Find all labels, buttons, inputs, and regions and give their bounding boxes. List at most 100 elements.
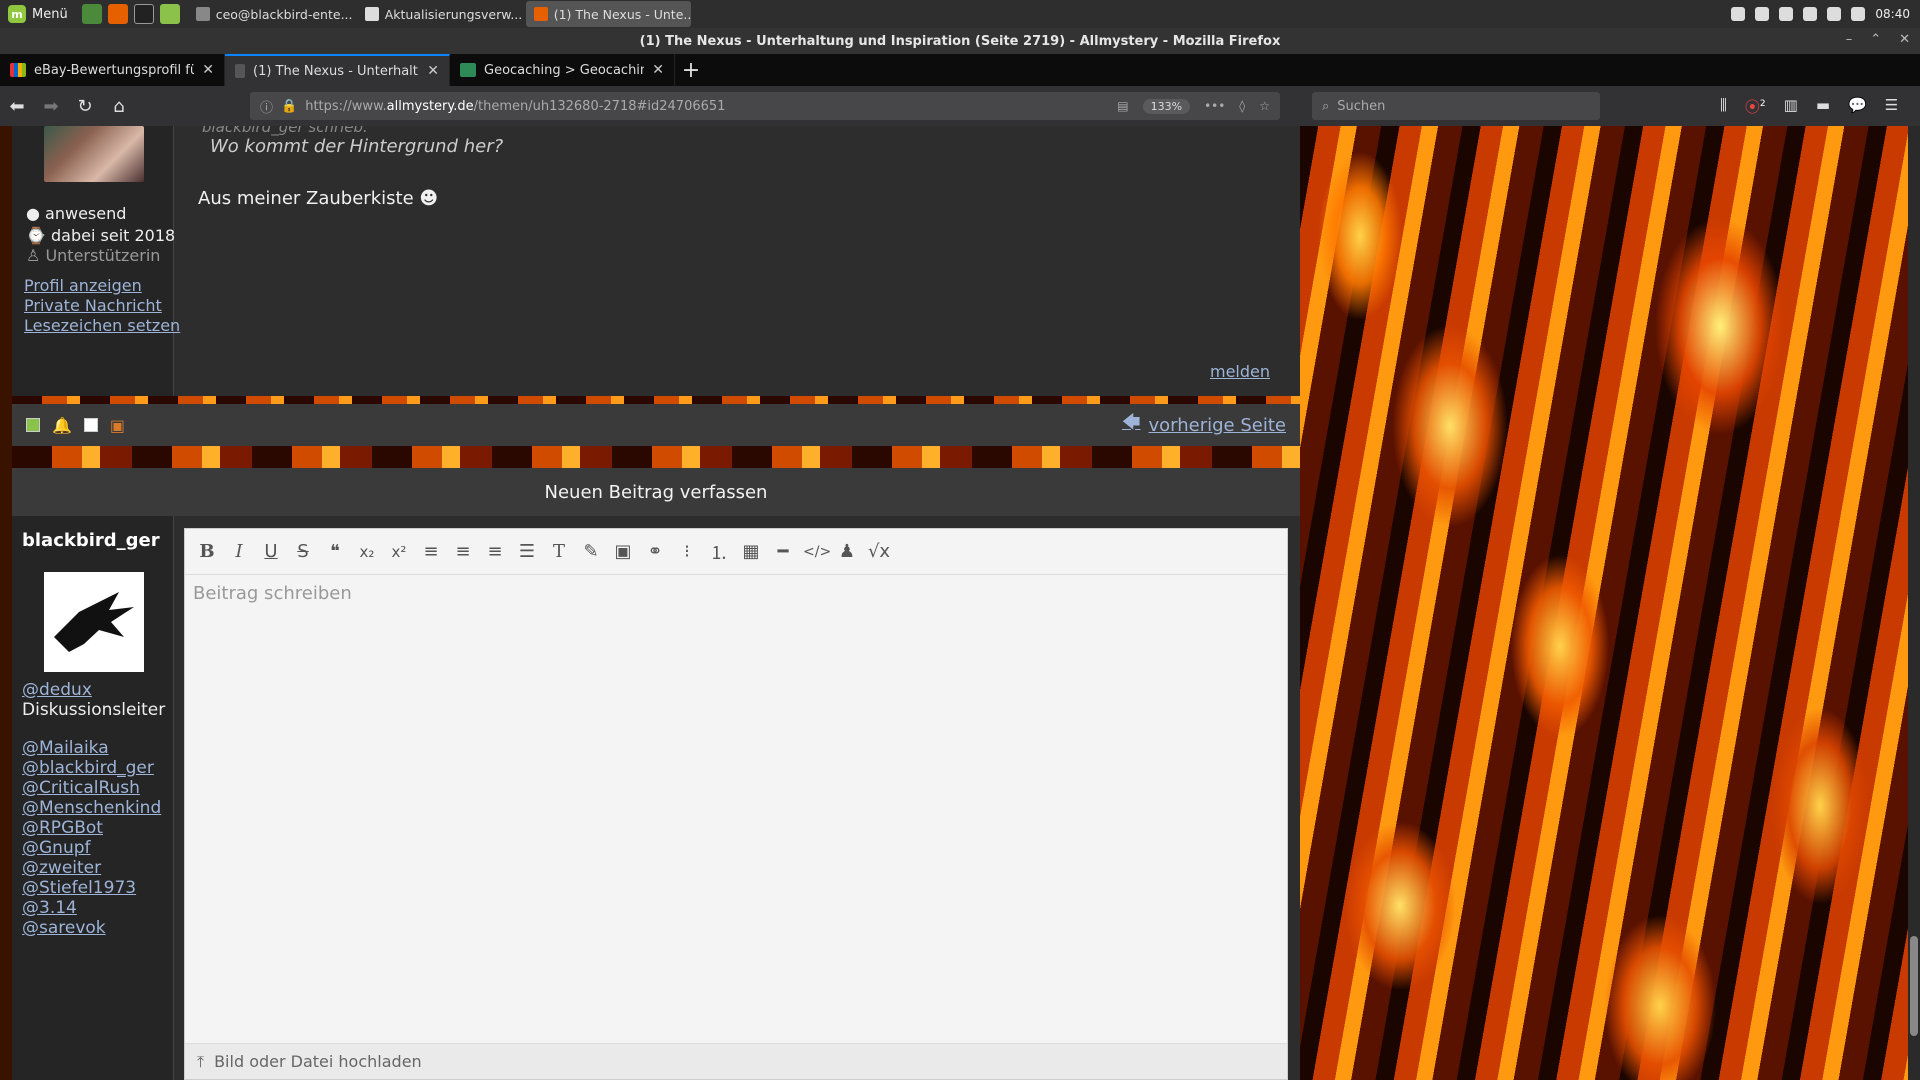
bell-icon[interactable]: 🔔	[52, 416, 72, 435]
bullet-list-icon[interactable]: ⁝	[675, 541, 699, 562]
maximize-icon[interactable]: ⌃	[1870, 32, 1881, 47]
scrollbar-thumb[interactable]	[1910, 936, 1918, 1036]
clock[interactable]: 08:40	[1875, 7, 1910, 21]
bold-icon[interactable]: B	[195, 541, 219, 562]
browser-tabbar: eBay-Bewertungsprofil für ch ✕ (1) The N…	[0, 54, 1920, 86]
taskbar-task-mail[interactable]: ceo@blackbird-ente...	[188, 1, 353, 27]
horizontal-rule-icon[interactable]: ━	[771, 541, 795, 562]
url-path: /themen/uh132680-2718#id24706651	[473, 98, 726, 114]
mention-link[interactable]: @Gnupf	[22, 838, 91, 858]
mention-link[interactable]: @sarevok	[22, 918, 106, 938]
dropbox-icon[interactable]	[1731, 7, 1746, 21]
text-size-icon[interactable]: T	[547, 541, 571, 562]
formula-icon[interactable]: √x	[867, 541, 891, 562]
reader-view-icon[interactable]: ▤	[1117, 99, 1128, 113]
mention-link[interactable]: @RPGBot	[22, 818, 103, 838]
spoiler-icon[interactable]: ♟	[835, 541, 859, 562]
close-tab-icon[interactable]: ✕	[202, 62, 214, 78]
upload-button[interactable]: ⤒ Bild oder Datei hochladen	[185, 1043, 1287, 1079]
shield-tray-icon[interactable]	[1755, 7, 1770, 21]
justify-icon[interactable]: ☰	[515, 541, 539, 562]
tab-geocaching[interactable]: Geocaching > Geocaching Ma ✕	[450, 54, 675, 86]
back-button[interactable]: ⬅	[0, 91, 34, 121]
mention-link[interactable]: @3.14	[22, 898, 77, 918]
underline-icon[interactable]: U	[259, 541, 283, 562]
compose-username[interactable]: blackbird_ger	[22, 530, 160, 551]
close-tab-icon[interactable]: ✕	[427, 63, 439, 79]
flag-icon[interactable]: ▬	[1816, 96, 1830, 117]
post-text: Aus meiner Zauberkiste ☻	[198, 188, 439, 209]
tab-ebay[interactable]: eBay-Bewertungsprofil für ch ✕	[0, 54, 225, 86]
quick-launch	[76, 4, 186, 24]
search-input[interactable]: ⌕ Suchen	[1312, 92, 1600, 120]
scrollbar[interactable]	[1908, 126, 1920, 1080]
image-toggle-icon[interactable]: ▣	[110, 416, 125, 435]
taskbar-task-update-manager[interactable]: Aktualisierungsverw...	[357, 1, 522, 27]
mention-link[interactable]: @dedux	[22, 680, 92, 700]
bookmark-star-icon[interactable]: ☆	[1259, 99, 1270, 113]
show-desktop-icon[interactable]	[81, 4, 102, 24]
upload-label: Bild oder Datei hochladen	[214, 1052, 422, 1071]
hamburger-menu-icon[interactable]: ☰	[1885, 96, 1898, 117]
table-icon[interactable]: ▦	[739, 541, 763, 562]
wifi-icon[interactable]	[1827, 7, 1842, 21]
firefox-launcher-icon[interactable]	[107, 4, 128, 24]
mention-link[interactable]: @zweiter	[22, 858, 101, 878]
previous-page-link[interactable]: 🡄 vorherige Seite	[1122, 410, 1286, 440]
taskbar-task-firefox[interactable]: (1) The Nexus - Unte...	[525, 1, 691, 27]
forward-button[interactable]: ➡	[34, 91, 68, 121]
superscript-icon[interactable]: x²	[387, 543, 411, 561]
author-avatar[interactable]	[44, 126, 144, 182]
checkbox-icon[interactable]	[83, 418, 98, 432]
user-avatar[interactable]	[44, 572, 144, 672]
user-icon[interactable]	[1803, 7, 1818, 21]
url-bar[interactable]: ⓘ 🔒 https://www. allmystery.de/themen/uh1…	[250, 92, 1280, 120]
profile-link[interactable]: Profil anzeigen	[24, 276, 142, 295]
mention-link[interactable]: @Menschenkind	[22, 798, 161, 818]
minimize-icon[interactable]: –	[1846, 32, 1853, 47]
pocket-icon[interactable]: ◊	[1239, 99, 1245, 113]
italic-icon[interactable]: I	[227, 541, 251, 562]
image-icon[interactable]: ▣	[611, 541, 635, 562]
pencil-icon[interactable]: ✎	[579, 541, 603, 562]
start-menu-button[interactable]: m Menü	[0, 0, 76, 28]
close-window-icon[interactable]: ✕	[1899, 32, 1910, 47]
library-icon[interactable]: ⫼	[1720, 96, 1727, 117]
mention-link[interactable]: @CriticalRush	[22, 778, 140, 798]
post-textarea[interactable]: Beitrag schreiben	[185, 575, 1287, 612]
extension-badge-count: 2	[1759, 99, 1766, 109]
ebay-favicon-icon	[10, 63, 26, 77]
numbered-list-icon[interactable]: ⒈	[707, 539, 731, 565]
sidebar-icon[interactable]: ▥	[1784, 96, 1798, 117]
report-link[interactable]: melden	[1210, 362, 1270, 381]
zoom-indicator[interactable]: 133%	[1142, 98, 1191, 114]
page-actions-icon[interactable]: •••	[1204, 99, 1225, 113]
files-launcher-icon[interactable]	[159, 4, 180, 24]
align-center-icon[interactable]: ≡	[451, 541, 475, 562]
mention-link[interactable]: @Stiefel1973	[22, 878, 136, 898]
quote-icon[interactable]: ❝	[323, 541, 347, 562]
align-right-icon[interactable]: ≡	[483, 541, 507, 562]
checkbox-checked-icon[interactable]	[26, 418, 40, 432]
bookmark-link[interactable]: Lesezeichen setzen	[24, 316, 180, 335]
align-left-icon[interactable]: ≡	[419, 541, 443, 562]
reload-button[interactable]: ↻	[68, 91, 102, 121]
chat-icon[interactable]: 💬	[1848, 96, 1867, 117]
home-button[interactable]: ⌂	[102, 91, 136, 121]
code-icon[interactable]: </>	[803, 544, 831, 560]
thread-action-bar: 🔔 ▣ 🡄 vorherige Seite	[12, 404, 1300, 446]
mention-link[interactable]: @Mailaika	[22, 738, 109, 758]
private-message-link[interactable]: Private Nachricht	[24, 296, 162, 315]
clipboard-icon[interactable]	[1779, 7, 1794, 21]
close-tab-icon[interactable]: ✕	[652, 62, 664, 78]
info-icon[interactable]: ⓘ	[260, 97, 273, 116]
terminal-launcher-icon[interactable]	[133, 4, 154, 24]
extension-badge-icon[interactable]: ⦿2	[1745, 96, 1766, 117]
tab-nexus[interactable]: (1) The Nexus - Unterhaltung ✕	[225, 54, 450, 86]
link-icon[interactable]: ⚭	[643, 541, 667, 562]
strikethrough-icon[interactable]: S	[291, 541, 315, 562]
new-tab-button[interactable]: +	[675, 54, 707, 86]
battery-icon[interactable]	[1851, 7, 1866, 21]
mention-link[interactable]: @blackbird_ger	[22, 758, 154, 778]
subscript-icon[interactable]: x₂	[355, 543, 379, 561]
